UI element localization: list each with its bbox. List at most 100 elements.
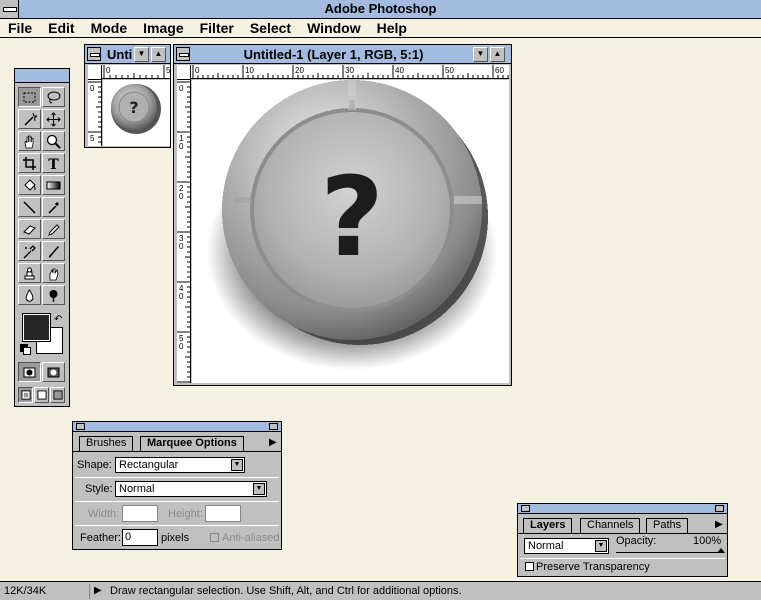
- menu-select[interactable]: Select: [250, 20, 291, 37]
- layers-palette-title-bar[interactable]: [518, 504, 727, 514]
- ruler-label: 50: [445, 66, 454, 75]
- marquee-palette-title-bar[interactable]: [73, 422, 281, 432]
- main-window-maximize-button[interactable]: ▲: [490, 47, 505, 62]
- main-horizontal-ruler: 0 10 20 30 40 50 60: [191, 65, 509, 79]
- anti-aliased-checkbox[interactable]: [210, 533, 219, 542]
- screen-mode-standard-button[interactable]: [18, 387, 33, 403]
- feather-label: Feather:: [80, 532, 121, 544]
- zoom-tool-button[interactable]: [42, 131, 65, 151]
- layers-palette-minimize-button[interactable]: [715, 505, 724, 512]
- hand-tool-button[interactable]: [18, 131, 41, 151]
- menu-edit[interactable]: Edit: [48, 20, 74, 37]
- main-window-title-bar[interactable]: Untitled-1 (Layer 1, RGB, 5:1) ▼ ▲: [174, 45, 511, 64]
- magic-wand-tool-button[interactable]: [18, 109, 41, 129]
- menu-filter[interactable]: Filter: [200, 20, 234, 37]
- line-icon: [23, 200, 36, 214]
- dodge-burn-tool-button[interactable]: [42, 285, 65, 305]
- main-canvas[interactable]: ?: [192, 80, 509, 383]
- lasso-tool-button[interactable]: [42, 87, 65, 107]
- default-colors-icon[interactable]: [20, 344, 31, 355]
- small-window-minimize-button[interactable]: ▼: [134, 47, 149, 62]
- divider: [75, 525, 279, 526]
- paintbrush-tool-button[interactable]: [42, 241, 65, 261]
- menu-image[interactable]: Image: [143, 20, 183, 37]
- hand-icon: [24, 135, 34, 148]
- screen-full-icon: [52, 390, 63, 400]
- smudge-icon: [49, 268, 59, 280]
- layers-palette-close-button[interactable]: [521, 505, 530, 512]
- gradient-tool-button[interactable]: [42, 175, 65, 195]
- move-tool-button[interactable]: [42, 109, 65, 129]
- tab-strip-divider: [73, 451, 281, 452]
- tab-brushes[interactable]: Brushes: [79, 436, 134, 451]
- opacity-slider-thumb[interactable]: [717, 548, 725, 553]
- airbrush-icon: [23, 244, 36, 258]
- main-window-system-button[interactable]: [176, 47, 190, 61]
- swap-colors-icon[interactable]: ↶: [54, 314, 62, 325]
- status-bar: 12K/34K ▶ Draw rectangular selection. Us…: [0, 581, 761, 600]
- main-ruler-origin[interactable]: [177, 65, 191, 80]
- blur-tool-button[interactable]: [18, 285, 41, 305]
- marquee-tool-button[interactable]: [18, 87, 41, 107]
- style-select[interactable]: Normal ▼: [115, 481, 267, 497]
- standard-mode-icon: [23, 367, 36, 377]
- width-field[interactable]: [122, 505, 158, 522]
- airbrush-tool-button[interactable]: [18, 241, 41, 261]
- style-label: Style:: [85, 483, 113, 495]
- screen-mode-full-menu-button[interactable]: [34, 387, 49, 403]
- layers-palette-menu-arrow[interactable]: ▶: [715, 518, 727, 533]
- tab-marquee-options[interactable]: Marquee Options: [140, 436, 244, 451]
- small-window-title-bar[interactable]: Untitled-1 ▼ ▲: [85, 45, 170, 64]
- feather-field[interactable]: 0: [122, 529, 158, 546]
- crop-tool-button[interactable]: [18, 153, 41, 173]
- screen-full-menu-icon: [36, 390, 47, 400]
- tab-channels[interactable]: Channels: [580, 518, 641, 533]
- marquee-palette-minimize-button[interactable]: [269, 423, 278, 430]
- standard-mode-button[interactable]: [18, 362, 41, 382]
- anti-aliased-label: Anti-aliased: [222, 532, 280, 544]
- layers-palette: Layers Channels Paths ▶ Normal ▼ Opacity…: [517, 503, 728, 577]
- marquee-palette-close-button[interactable]: [76, 423, 85, 430]
- toolbox-title-bar[interactable]: [15, 69, 69, 83]
- small-window-system-button[interactable]: [87, 47, 101, 61]
- paintbrush-icon: [49, 245, 59, 258]
- toolbox-palette: T ↶: [14, 68, 70, 407]
- menu-mode[interactable]: Mode: [91, 20, 128, 37]
- eyedropper-tool-button[interactable]: [42, 197, 65, 217]
- paint-bucket-tool-button[interactable]: [18, 175, 41, 195]
- status-menu-arrow-icon[interactable]: ▶: [94, 584, 106, 599]
- small-window-maximize-button[interactable]: ▲: [151, 47, 166, 62]
- screen-mode-full-button[interactable]: [50, 387, 65, 403]
- quick-mask-mode-button[interactable]: [42, 362, 65, 382]
- foreground-color-swatch[interactable]: [22, 313, 51, 342]
- tab-layers[interactable]: Layers: [523, 518, 573, 533]
- tab-paths[interactable]: Paths: [646, 518, 689, 533]
- menu-window[interactable]: Window: [307, 20, 361, 37]
- small-canvas[interactable]: ?: [103, 80, 170, 146]
- document-size-readout[interactable]: 12K/34K: [2, 584, 90, 599]
- preserve-transparency-checkbox[interactable]: [525, 562, 534, 571]
- opacity-slider[interactable]: [616, 548, 725, 554]
- menu-file[interactable]: File: [8, 20, 32, 37]
- main-window-minimize-button[interactable]: ▼: [473, 47, 488, 62]
- ruler-label: 30: [345, 66, 354, 75]
- height-field[interactable]: [205, 505, 241, 522]
- ruler-label: 10: [245, 66, 254, 75]
- small-ruler-origin[interactable]: [88, 65, 102, 80]
- smudge-tool-button[interactable]: [42, 263, 65, 283]
- magic-wand-icon: [24, 112, 37, 126]
- shape-select[interactable]: Rectangular ▼: [115, 457, 245, 473]
- line-tool-button[interactable]: [18, 197, 41, 217]
- eraser-tool-button[interactable]: [18, 219, 41, 239]
- button-image: ?: [207, 80, 497, 370]
- marquee-palette-menu-arrow[interactable]: ▶: [269, 436, 281, 451]
- pencil-tool-button[interactable]: [42, 219, 65, 239]
- type-tool-button[interactable]: T: [42, 153, 65, 173]
- marquee-options-palette: Brushes Marquee Options ▶ Shape: Rectang…: [72, 421, 282, 550]
- small-vertical-ruler: 05: [88, 80, 102, 146]
- shape-select-value: Rectangular: [119, 459, 179, 471]
- question-glyph: ?: [320, 153, 384, 281]
- menu-help[interactable]: Help: [377, 20, 407, 37]
- blend-mode-select[interactable]: Normal ▼: [524, 538, 609, 554]
- rubber-stamp-tool-button[interactable]: [18, 263, 41, 283]
